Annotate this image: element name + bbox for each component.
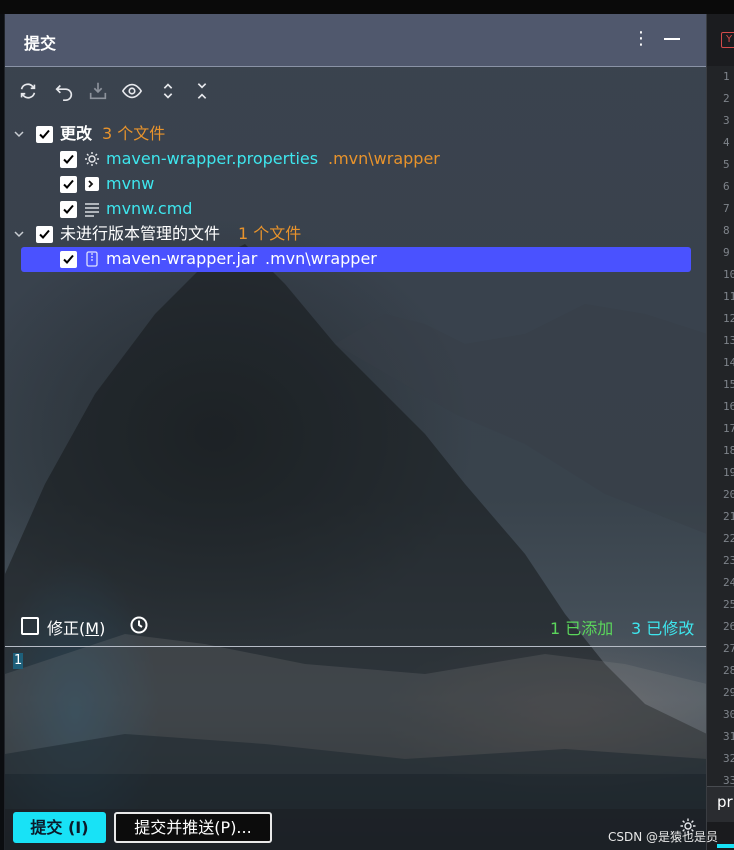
gutter-line-number: 14 xyxy=(723,356,734,369)
gutter-line-number: 27 xyxy=(723,642,734,655)
gutter-line-number: 23 xyxy=(723,554,734,567)
line-number: 1 xyxy=(13,653,24,669)
expand-all-icon[interactable] xyxy=(157,80,183,104)
commit-actions: 提交 (I) 提交并推送(P)... xyxy=(5,809,707,850)
shelve-icon[interactable] xyxy=(87,80,113,104)
file-row[interactable]: maven-wrapper.properties .mvn\wrapper xyxy=(5,147,707,171)
gutter-line-number: 22 xyxy=(723,532,734,545)
gutter-line-number: 10 xyxy=(723,268,734,281)
gutter-line-number: 31 xyxy=(723,730,734,743)
commit-and-push-button[interactable]: 提交并推送(P)... xyxy=(114,812,272,843)
panel-title: 提交 xyxy=(24,34,57,53)
gutter-line-number: 7 xyxy=(723,202,730,215)
gutter-line-number: 30 xyxy=(723,708,734,721)
editor-pane: Y 1 2 3 4 5 6 7 8 9 10 11 12 13 14 15 16 17 18 19 20 21 22 23 2… xyxy=(706,14,734,850)
clock-icon[interactable] xyxy=(129,615,149,635)
file-checkbox[interactable] xyxy=(60,201,77,218)
modified-count: 3 已修改 xyxy=(631,619,695,638)
gutter-line-number: 16 xyxy=(723,400,734,413)
gutter-line-number: 28 xyxy=(723,664,734,677)
gutter-line-number: 12 xyxy=(723,312,734,325)
group-checkbox[interactable] xyxy=(36,226,53,243)
file-row[interactable]: mvnw xyxy=(5,172,707,196)
unversioned-group-row[interactable]: 未进行版本管理的文件 1 个文件 xyxy=(5,222,707,246)
gutter-line-number: 1 xyxy=(723,70,730,83)
shell-script-icon xyxy=(85,177,99,191)
watermark: CSDN @是猿也是员 xyxy=(608,830,719,844)
gutter-line-number: 9 xyxy=(723,246,730,259)
changes-group-row[interactable]: 更改 3 个文件 xyxy=(5,122,707,146)
settings-file-icon xyxy=(85,152,99,166)
group-label: 未进行版本管理的文件 xyxy=(60,224,221,243)
panel-header: 提交 ⋮ xyxy=(5,14,707,67)
gutter-line-number: 24 xyxy=(723,576,734,589)
file-name: mvnw.cmd xyxy=(106,199,193,218)
gutter-line-number: 21 xyxy=(723,510,734,523)
gutter-line-number: 18 xyxy=(723,444,734,457)
amend-label[interactable]: 修正(M) xyxy=(47,615,105,639)
gutter-line-number: 17 xyxy=(723,422,734,435)
file-path: .mvn\wrapper xyxy=(265,249,377,268)
yaml-file-icon[interactable]: Y xyxy=(721,32,734,48)
window-top-strip xyxy=(0,0,734,14)
commit-message-input[interactable]: 1 xyxy=(5,647,707,807)
group-checkbox[interactable] xyxy=(36,126,53,143)
file-name: maven-wrapper.jar xyxy=(106,249,258,268)
file-path: .mvn\wrapper xyxy=(328,149,440,168)
commit-button[interactable]: 提交 (I) xyxy=(13,812,106,843)
gutter-line-number: 11 xyxy=(723,290,734,303)
editor-footer-text: pr xyxy=(717,793,733,811)
minimize-icon[interactable] xyxy=(664,38,680,40)
gutter-line-number: 29 xyxy=(723,686,734,699)
gutter-line-number: 5 xyxy=(723,158,730,171)
amend-checkbox[interactable] xyxy=(21,617,39,635)
gutter-line-number: 6 xyxy=(723,180,730,193)
gutter-line-number: 3 xyxy=(723,114,730,127)
group-label: 更改 xyxy=(60,124,93,143)
gutter-line-number: 20 xyxy=(723,488,734,501)
gutter-line-number: 4 xyxy=(723,136,730,149)
added-count: 1 已添加 xyxy=(550,619,614,638)
gutter-line-number: 13 xyxy=(723,334,734,347)
refresh-icon[interactable] xyxy=(17,80,43,104)
gutter-line-number: 8 xyxy=(723,224,730,237)
file-row-selected[interactable]: maven-wrapper.jar .mvn\wrapper xyxy=(5,247,707,272)
editor-footer: pr xyxy=(707,786,734,822)
collapse-all-icon[interactable] xyxy=(191,80,217,104)
file-name: mvnw xyxy=(106,174,155,193)
vertical-dots-icon[interactable]: ⋮ xyxy=(632,27,650,51)
gutter-line-number: 32 xyxy=(723,752,734,765)
gutter-line-number: 15 xyxy=(723,378,734,391)
group-count: 3 个文件 xyxy=(102,124,166,143)
gutter-line-number: 19 xyxy=(723,466,734,479)
archive-file-icon xyxy=(86,251,98,267)
amend-row: 修正(M) 1 已添加 3 已修改 xyxy=(21,614,701,638)
gutter-line-number: 26 xyxy=(723,620,734,633)
preview-icon[interactable] xyxy=(121,80,147,104)
gutter-line-number: 2 xyxy=(723,92,730,105)
commit-panel: 提交 ⋮ 更改 3 个文件 maven-wrapper.properties .… xyxy=(4,14,707,850)
file-row[interactable]: mvnw.cmd xyxy=(5,197,707,221)
text-file-icon xyxy=(85,203,99,217)
file-checkbox[interactable] xyxy=(60,251,77,268)
status-indicator xyxy=(717,844,734,848)
rollback-icon[interactable] xyxy=(53,80,79,104)
file-checkbox[interactable] xyxy=(60,176,77,193)
file-name: maven-wrapper.properties xyxy=(106,149,319,168)
commit-toolbar xyxy=(15,80,415,104)
gutter-line-number: 25 xyxy=(723,598,734,611)
chevron-down-icon[interactable] xyxy=(13,128,25,140)
group-count: 1 个文件 xyxy=(238,224,302,243)
chevron-down-icon[interactable] xyxy=(13,228,25,240)
file-checkbox[interactable] xyxy=(60,151,77,168)
editor-tab-bar: Y xyxy=(707,14,734,66)
